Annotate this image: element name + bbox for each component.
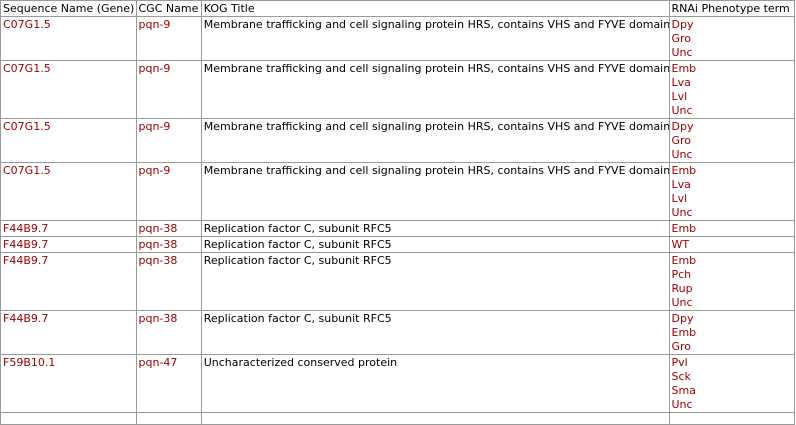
cgc-name-cell: pqn-38: [136, 311, 201, 354]
header-kog-title: KOG Title: [201, 1, 669, 16]
cgc-name-link[interactable]: pqn-38: [139, 238, 178, 251]
sequence-name-link[interactable]: C07G1.5: [3, 164, 51, 177]
cgc-name-cell: pqn-38: [136, 253, 201, 310]
phenotype-term-link[interactable]: Unc: [672, 206, 793, 220]
rnai-phenotype-cell: Dpy Emb Gro: [669, 311, 794, 354]
sequence-name-cell: C07G1.5: [1, 163, 136, 220]
cgc-name-cell: pqn-9: [136, 61, 201, 118]
phenotype-term-link[interactable]: Emb: [672, 222, 793, 236]
kog-title-cell: Replication factor C, subunit RFC5: [201, 311, 669, 354]
phenotype-term-link[interactable]: Unc: [672, 46, 793, 60]
phenotype-term-link[interactable]: Pch: [672, 268, 793, 282]
cgc-name-link[interactable]: pqn-9: [139, 120, 171, 133]
phenotype-term-link[interactable]: Lva: [672, 76, 793, 90]
kog-title-cell: Membrane trafficking and cell signaling …: [201, 17, 669, 60]
rnai-phenotype-cell: WT: [669, 237, 794, 252]
phenotype-term-link[interactable]: Unc: [672, 104, 793, 118]
sequence-name-link[interactable]: C07G1.5: [3, 18, 51, 31]
header-row: Sequence Name (Gene) CGC Name KOG Title …: [1, 1, 794, 16]
phenotype-term-link[interactable]: Sck: [672, 370, 793, 384]
sequence-name-cell: F44B9.7: [1, 237, 136, 252]
phenotype-term-link[interactable]: Emb: [672, 164, 793, 178]
phenotype-term-link[interactable]: WT: [672, 238, 793, 252]
table-row: F59B10.1 pqn-47 Uncharacterized conserved …: [1, 355, 794, 412]
phenotype-term-link[interactable]: Gro: [672, 134, 793, 148]
phenotype-term-link[interactable]: Emb: [672, 62, 793, 76]
sequence-name-link[interactable]: F44B9.7: [3, 222, 48, 235]
sequence-name-cell: C07G1.5: [1, 61, 136, 118]
phenotype-term-link[interactable]: Dpy: [672, 312, 793, 326]
phenotype-term-link[interactable]: Rup: [672, 282, 793, 296]
sequence-name-cell: F44B9.7: [1, 311, 136, 354]
cgc-name-cell: pqn-38: [136, 221, 201, 236]
phenotype-term-link[interactable]: Gro: [672, 32, 793, 46]
phenotype-term-link[interactable]: Sma: [672, 384, 793, 398]
sequence-name-cell: F44B9.7: [1, 221, 136, 236]
sequence-name-link[interactable]: F44B9.7: [3, 254, 48, 267]
results-table: Sequence Name (Gene) CGC Name KOG Title …: [0, 0, 795, 425]
sequence-name-link[interactable]: F44B9.7: [3, 312, 48, 325]
cgc-name-link[interactable]: pqn-9: [139, 164, 171, 177]
sequence-name-cell: C07G1.5: [1, 17, 136, 60]
cgc-name-link[interactable]: pqn-9: [139, 18, 171, 31]
table-row: C07G1.5 pqn-9 Membrane trafficking and cel…: [1, 163, 794, 220]
phenotype-term-link[interactable]: Gro: [672, 340, 793, 354]
cgc-name-link[interactable]: pqn-38: [139, 254, 178, 267]
rnai-phenotype-cell: Pvl Sck Sma Unc: [669, 355, 794, 412]
cgc-name-cell: pqn-9: [136, 119, 201, 162]
kog-title-cell: Replication factor C, subunit RFC5: [201, 237, 669, 252]
kog-title-cell: Membrane trafficking and cell signaling …: [201, 119, 669, 162]
phenotype-term-link[interactable]: Emb: [672, 254, 793, 268]
header-sequence-name: Sequence Name (Gene): [1, 1, 136, 16]
kog-title-cell: Membrane trafficking and cell signaling …: [201, 61, 669, 118]
sequence-name-cell: C07G1.5: [1, 119, 136, 162]
table-row: F44B9.7 pqn-38 Replication factor C, subun…: [1, 237, 794, 252]
phenotype-term-link[interactable]: Emb: [672, 326, 793, 340]
cgc-name-link[interactable]: pqn-38: [139, 312, 178, 325]
phenotype-term-link[interactable]: Unc: [672, 296, 793, 310]
phenotype-term-link[interactable]: Pvl: [672, 356, 793, 370]
phenotype-term-link[interactable]: Lvl: [672, 192, 793, 206]
table-row: C07G1.5 pqn-9 Membrane trafficking and cel…: [1, 17, 794, 60]
kog-title-cell: Replication factor C, subunit RFC5: [201, 253, 669, 310]
cgc-name-link[interactable]: pqn-38: [139, 222, 178, 235]
phenotype-term-link[interactable]: Lvl: [672, 90, 793, 104]
rnai-phenotype-cell: Dpy Gro Unc: [669, 119, 794, 162]
phenotype-term-link[interactable]: Dpy: [672, 120, 793, 134]
header-cgc-name: CGC Name: [136, 1, 201, 16]
kog-title-cell: Membrane trafficking and cell signaling …: [201, 163, 669, 220]
header-rnai-phenotype: RNAi Phenotype term: [669, 1, 794, 16]
phenotype-term-link[interactable]: Lva: [672, 178, 793, 192]
table-row: C07G1.5 pqn-9 Membrane trafficking and cel…: [1, 61, 794, 118]
rnai-phenotype-cell: Emb: [669, 221, 794, 236]
rnai-phenotype-cell: Dpy Gro Unc: [669, 17, 794, 60]
table-body: C07G1.5 pqn-9 Membrane trafficking and cel…: [1, 17, 794, 424]
sequence-name-link[interactable]: F59B10.1: [3, 356, 55, 369]
cgc-name-cell: pqn-9: [136, 17, 201, 60]
cgc-name-cell: pqn-38: [136, 237, 201, 252]
table-row: F44B9.7 pqn-38 Replication factor C, subun…: [1, 253, 794, 310]
cgc-name-cell: pqn-9: [136, 163, 201, 220]
cgc-name-link[interactable]: pqn-9: [139, 62, 171, 75]
cgc-name-link[interactable]: pqn-47: [139, 356, 178, 369]
sequence-name-link[interactable]: F44B9.7: [3, 238, 48, 251]
phenotype-term-link[interactable]: Unc: [672, 148, 793, 162]
rnai-phenotype-cell: Emb Pch Rup Unc: [669, 253, 794, 310]
table-row: C07G1.5 pqn-9 Membrane trafficking and cel…: [1, 119, 794, 162]
table-row: F44B9.7 pqn-38 Replication factor C, subun…: [1, 221, 794, 236]
rnai-phenotype-cell: Emb Lva Lvl Unc: [669, 61, 794, 118]
kog-title-cell: Uncharacterized conserved protein: [201, 355, 669, 412]
rnai-phenotype-cell: Emb Lva Lvl Unc: [669, 163, 794, 220]
sequence-name-cell: F59B10.1: [1, 355, 136, 412]
table-row: F44B9.7 pqn-38 Replication factor C, subun…: [1, 311, 794, 354]
sequence-name-link[interactable]: C07G1.5: [3, 120, 51, 133]
sequence-name-link[interactable]: C07G1.5: [3, 62, 51, 75]
phenotype-term-link[interactable]: Unc: [672, 398, 793, 412]
kog-title-cell: Replication factor C, subunit RFC5: [201, 221, 669, 236]
sequence-name-cell: F44B9.7: [1, 253, 136, 310]
cgc-name-cell: pqn-47: [136, 355, 201, 412]
phenotype-term-link[interactable]: Dpy: [672, 18, 793, 32]
